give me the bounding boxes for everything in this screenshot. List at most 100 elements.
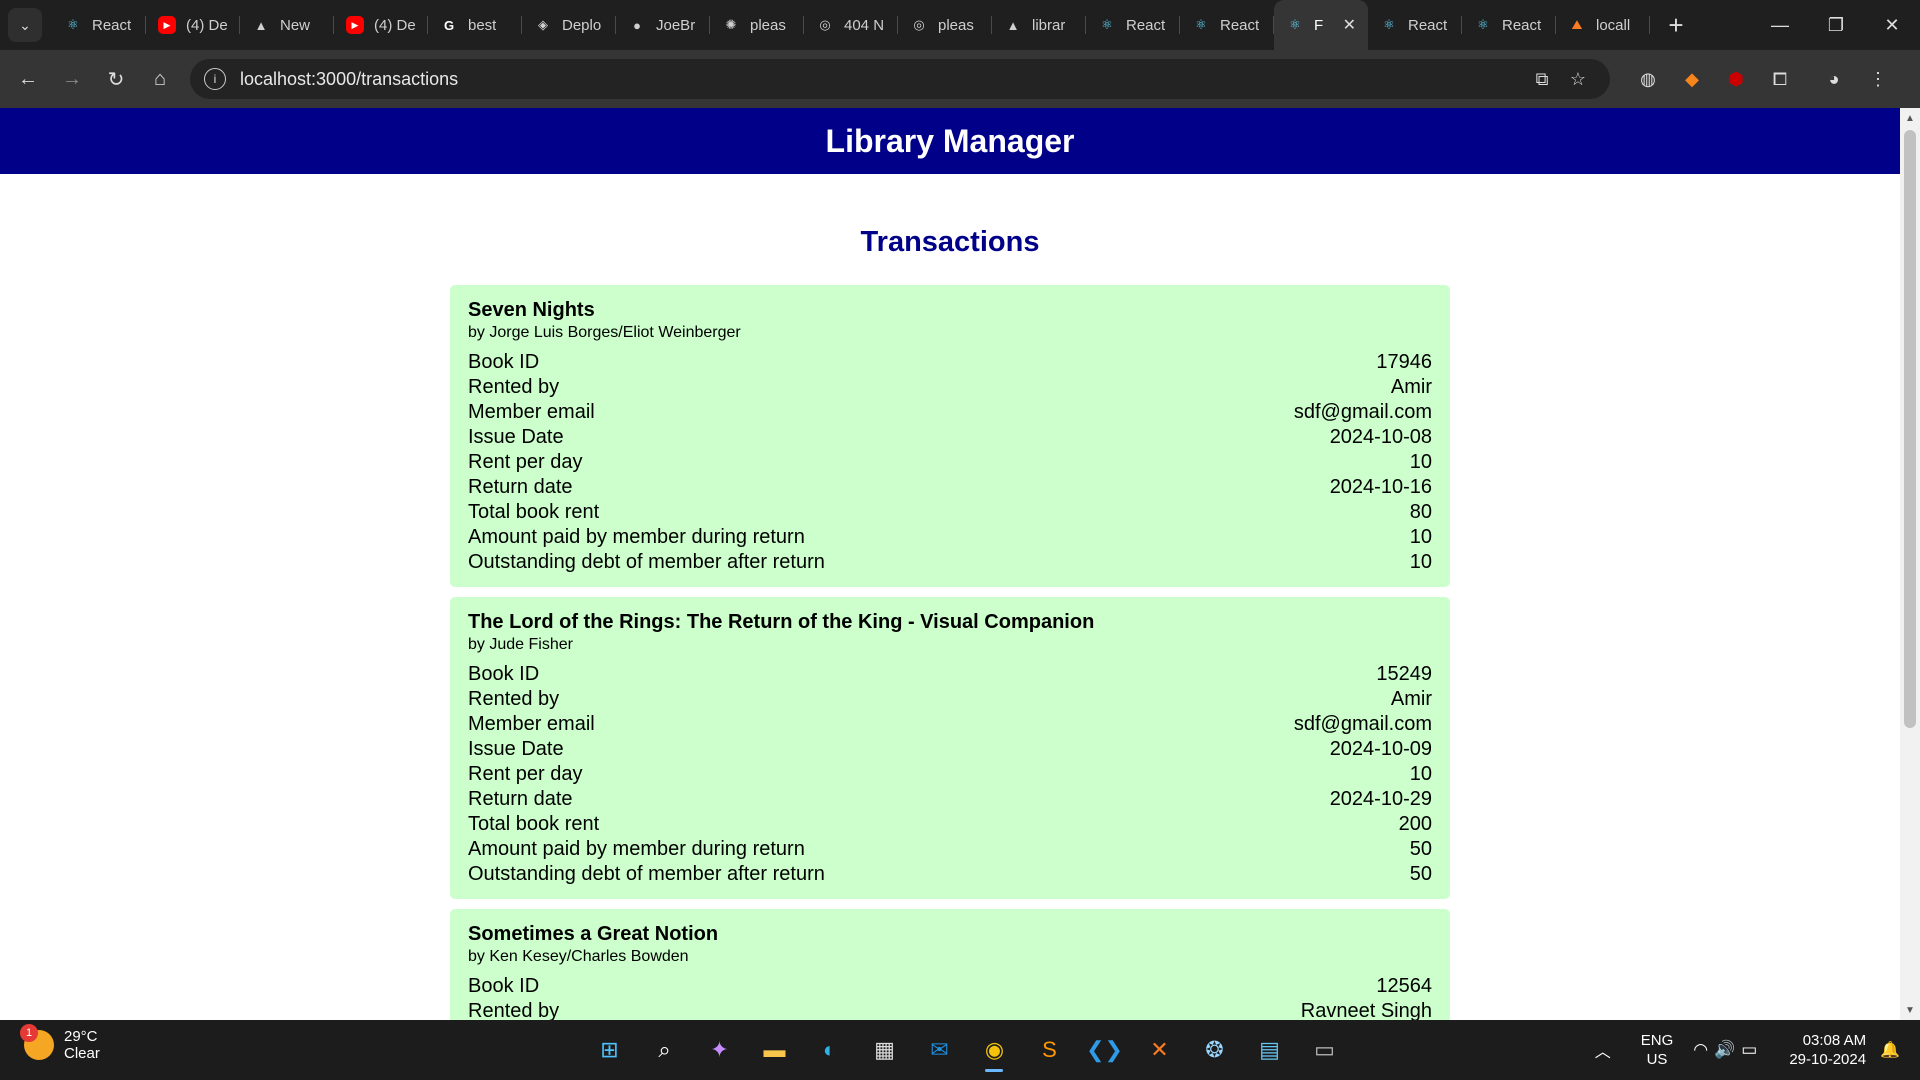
restore-icon[interactable]: ❐: [1808, 0, 1864, 50]
windows-start-icon[interactable]: ⊞: [582, 1026, 637, 1074]
browser-tab[interactable]: ⚛ React: [52, 0, 146, 50]
react-icon: ⚛: [1289, 17, 1301, 32]
react-icon: ⚛: [1383, 17, 1395, 32]
outlook-icon[interactable]: ✉: [912, 1026, 967, 1074]
tab-label: (4) De: [186, 16, 228, 34]
vscode-icon[interactable]: ❮❯: [1077, 1026, 1132, 1074]
browser-tab[interactable]: Gbest: [428, 0, 522, 50]
scroll-up-icon[interactable]: ▲: [1900, 108, 1920, 128]
browser-tab[interactable]: ⚛ React: [1180, 0, 1274, 50]
page-scrollbar[interactable]: ▲ ▼: [1900, 108, 1920, 1020]
globe-icon: ◎: [819, 17, 831, 32]
detail-row: Amount paid by member during return 50: [468, 837, 1432, 862]
xampp-icon[interactable]: ✕: [1132, 1026, 1187, 1074]
scrollbar-thumb[interactable]: [1904, 130, 1916, 728]
app-title: Library Manager: [825, 122, 1075, 159]
browser-tab[interactable]: ⚛ React: [1086, 0, 1180, 50]
tab-label: New: [280, 16, 311, 34]
detail-label: Outstanding debt of member after return: [468, 863, 825, 885]
detail-value: 200: [1398, 813, 1432, 835]
back-icon[interactable]: ←: [6, 57, 50, 101]
chrome-icon[interactable]: ◉: [967, 1026, 1022, 1074]
file-explorer-icon[interactable]: ▬: [747, 1026, 802, 1074]
detail-row: Rented by Amir: [468, 375, 1432, 400]
bookmark-star-icon[interactable]: ☆: [1560, 69, 1596, 90]
detail-value: 10: [1409, 526, 1432, 548]
browser-tab[interactable]: ▶ (4) De: [334, 0, 428, 50]
extensions-puzzle-icon[interactable]: ⧠: [1758, 57, 1802, 101]
detail-row: Rent per day 10: [468, 762, 1432, 787]
new-tab-button[interactable]: +: [1656, 5, 1696, 45]
tab-label: (4) De: [374, 16, 416, 34]
tab-label: Deplo: [562, 16, 602, 34]
store-icon[interactable]: ▦: [857, 1026, 912, 1074]
home-icon[interactable]: ⌂: [138, 57, 182, 101]
weather-widget[interactable]: 1 29°C Clear: [20, 1024, 100, 1062]
detail-label: Member email: [468, 713, 595, 735]
copilot-icon[interactable]: ✦: [692, 1026, 747, 1074]
browser-tab[interactable]: ▶ (4) De: [146, 0, 240, 50]
detail-label: Amount paid by member during return: [468, 838, 805, 860]
browser-tab[interactable]: ◈ Deplo: [522, 0, 616, 50]
detail-label: Rented by: [468, 688, 560, 710]
window-controls: — ❐ ✕: [1752, 0, 1920, 50]
xampp-icon: ⛰: [1571, 17, 1583, 32]
browser-tab[interactable]: ◎ pleas: [898, 0, 992, 50]
keyboard-layout: US: [1646, 1051, 1668, 1068]
browser-tab[interactable]: ✺ pleas: [710, 0, 804, 50]
github-icon: ●: [633, 17, 641, 33]
detail-row: Member email sdf@gmail.com: [468, 400, 1432, 425]
ublock-extension-icon[interactable]: ⬢: [1714, 57, 1758, 101]
install-app-icon[interactable]: ⧉: [1524, 69, 1560, 90]
app-header: Library Manager: [0, 108, 1900, 174]
detail-value: 10: [1409, 451, 1432, 473]
reload-icon[interactable]: ↻: [94, 57, 138, 101]
detail-value: 2024-10-29: [1329, 788, 1432, 810]
browser-tab[interactable]: ⚛ React: [1368, 0, 1462, 50]
metamask-extension-icon[interactable]: ◆: [1670, 57, 1714, 101]
minimize-icon[interactable]: —: [1752, 0, 1808, 50]
close-window-icon[interactable]: ✕: [1864, 0, 1920, 50]
clock[interactable]: 03:08 AM 29-10-2024: [1789, 1031, 1866, 1069]
browser-tab[interactable]: ◎ 404 N: [804, 0, 898, 50]
weather-condition: Clear: [64, 1045, 100, 1062]
search-icon[interactable]: ⌕: [637, 1026, 692, 1074]
notification-bell-icon[interactable]: 🔔: [1880, 1040, 1900, 1060]
browser-tab[interactable]: ▲ New: [240, 0, 334, 50]
browser-toolbar: ← → ↻ ⌂ i localhost:3000/transactions ⧉ …: [0, 50, 1920, 108]
sublime-icon[interactable]: S: [1022, 1026, 1077, 1074]
profile-avatar-icon[interactable]: ◕: [1812, 57, 1856, 101]
book-author: by Jorge Luis Borges/Eliot Weinberger: [468, 324, 741, 341]
address-bar[interactable]: i localhost:3000/transactions ⧉ ☆: [190, 59, 1610, 99]
browser-tab[interactable]: ⚛ F ✕: [1274, 0, 1368, 50]
detail-value: 2024-10-08: [1329, 426, 1432, 448]
browser-tab[interactable]: ▲ librar: [992, 0, 1086, 50]
terminal-icon[interactable]: ▭: [1297, 1026, 1352, 1074]
browser-tab[interactable]: ● JoeBr: [616, 0, 710, 50]
wifi-volume-battery-icon[interactable]: ◠🔊▭: [1693, 1040, 1763, 1060]
language-indicator[interactable]: ENG US: [1641, 1031, 1674, 1069]
scroll-down-icon[interactable]: ▼: [1900, 1000, 1920, 1020]
detail-value: 12564: [1376, 975, 1432, 997]
detail-row: Return date 2024-10-16: [468, 475, 1432, 500]
tab-search-button[interactable]: ⌄: [8, 8, 42, 42]
detail-value: 50: [1409, 838, 1432, 860]
close-tab-icon[interactable]: ✕: [1343, 15, 1356, 35]
site-info-icon[interactable]: i: [204, 68, 226, 90]
browser-menu-icon[interactable]: ⋮: [1856, 57, 1900, 101]
detail-value: 2024-10-16: [1329, 476, 1432, 498]
vpn-extension-icon[interactable]: ◍: [1626, 57, 1670, 101]
detail-label: Rent per day: [468, 763, 583, 785]
browser-tab[interactable]: ⛰ locall: [1556, 0, 1650, 50]
browser-tab[interactable]: ⚛ React: [1462, 0, 1556, 50]
tab-list: ⚛ React ▶ (4) De ▲ New ▶ (4) De Gbest ◈ Deplo ● JoeB…: [52, 0, 1650, 50]
tab-label: best: [468, 16, 497, 34]
notepad-icon[interactable]: ▤: [1242, 1026, 1297, 1074]
language-code: ENG: [1640, 1032, 1674, 1049]
edge-icon[interactable]: ◐: [802, 1026, 857, 1074]
forward-icon[interactable]: →: [50, 57, 94, 101]
url-text[interactable]: localhost:3000/transactions: [240, 69, 1524, 90]
transactions-list: Seven Nights by Jorge Luis Borges/Eliot W…: [450, 285, 1450, 1020]
show-hidden-icons-icon[interactable]: ︿: [1595, 1038, 1611, 1062]
app-icon[interactable]: ❂: [1187, 1026, 1242, 1074]
